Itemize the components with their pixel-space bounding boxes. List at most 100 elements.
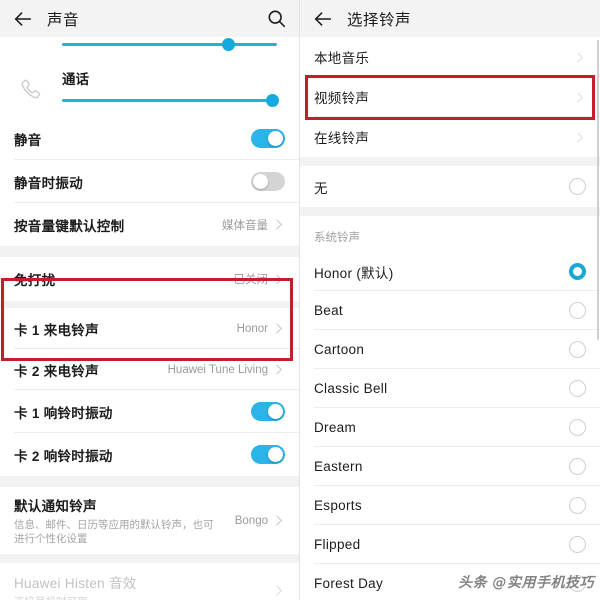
row-default-notification-tone[interactable]: 默认通知铃声 信息、邮件、日历等应用的默认铃声，也可进行个性化设置 Bongo — [0, 487, 299, 554]
section-gap — [0, 246, 299, 257]
row-text-wrap: 默认通知铃声 信息、邮件、日历等应用的默认铃声，也可进行个性化设置 — [14, 495, 219, 546]
row-value: Huawei Tune Living — [167, 363, 268, 376]
row-label: 按音量键默认控制 — [14, 218, 125, 234]
row-online-ringtone[interactable]: 在线铃声 — [300, 117, 600, 157]
right-pane-select-ringtone: 选择铃声 本地音乐 视频铃声 在线铃声 无 系统铃声 Honor (默认) Be… — [300, 0, 600, 600]
row-sim1-ringtone[interactable]: 卡 1 来电铃声 Honor — [0, 308, 299, 349]
row-vibrate-on-silent[interactable]: 静音时振动 — [0, 160, 299, 203]
row-label: 卡 2 响铃时振动 — [14, 448, 113, 464]
radio-ringtone[interactable] — [569, 536, 586, 553]
list-item[interactable]: Dream — [300, 408, 600, 447]
slider-knob-media[interactable] — [222, 38, 235, 51]
back-arrow-icon[interactable] — [12, 8, 34, 30]
radio-ringtone[interactable] — [569, 302, 586, 319]
row-silent-mode[interactable]: 静音 — [0, 117, 299, 160]
radio-ringtone[interactable] — [569, 380, 586, 397]
row-text-wrap: Huawei Histen 音效 连接耳机时可用 — [14, 572, 137, 600]
toggle-silent-mode[interactable] — [251, 129, 285, 148]
row-subtitle: 连接耳机时可用 — [14, 595, 137, 600]
chevron-right-icon — [272, 363, 285, 376]
section-gap — [300, 207, 600, 216]
ringtone-label: Beat — [314, 303, 343, 318]
right-appbar: 选择铃声 — [300, 0, 600, 37]
ringtone-label: Flipped — [314, 537, 361, 552]
section-gap — [300, 157, 600, 166]
row-label: Huawei Histen 音效 — [14, 575, 137, 591]
row-video-ringtone[interactable]: 视频铃声 — [300, 77, 600, 117]
section-gap — [0, 554, 299, 563]
chevron-right-icon — [272, 218, 285, 231]
list-item[interactable]: Honor (默认) — [300, 252, 600, 291]
ringtone-label: Honor (默认) — [314, 265, 394, 281]
ringtone-label: Cartoon — [314, 342, 365, 357]
radio-ringtone[interactable] — [569, 458, 586, 475]
row-label: 在线铃声 — [314, 131, 370, 146]
left-pane-sound-settings: 声音 通话 静音 静音时振动 按音量键默认控制 媒体音量 免打扰 已关闭 卡 1… — [0, 0, 300, 600]
row-sim2-ringtone[interactable]: 卡 2 来电铃声 Huawei Tune Living — [0, 349, 299, 390]
row-local-music[interactable]: 本地音乐 — [300, 37, 600, 77]
row-label: 免打扰 — [14, 273, 56, 288]
toggle-knob — [268, 447, 283, 462]
chevron-right-icon — [272, 584, 285, 597]
search-icon[interactable] — [266, 8, 287, 29]
row-huawei-histen: Huawei Histen 音效 连接耳机时可用 — [0, 563, 299, 600]
section-gap — [0, 476, 299, 487]
radio-ringtone[interactable] — [569, 497, 586, 514]
toggle-sim2-vibrate[interactable] — [251, 445, 285, 464]
chevron-right-icon — [272, 514, 285, 527]
list-item[interactable]: Flipped — [300, 525, 600, 564]
list-item[interactable]: Esports — [300, 486, 600, 525]
row-label: 卡 1 响铃时振动 — [14, 405, 113, 421]
back-arrow-icon[interactable] — [312, 8, 334, 30]
list-item[interactable]: Classic Bell — [300, 369, 600, 408]
slider-track-media — [62, 43, 277, 46]
phone-handset-icon — [18, 77, 44, 103]
slider-knob-call[interactable] — [266, 94, 279, 107]
radio-ringtone-none[interactable] — [569, 178, 586, 195]
toggle-sim1-vibrate[interactable] — [251, 402, 285, 421]
row-label: 无 — [314, 180, 328, 196]
chevron-right-icon — [573, 91, 586, 104]
volume-item-call: 通话 — [0, 55, 299, 117]
row-label: 卡 1 来电铃声 — [14, 322, 99, 338]
left-page-title: 声音 — [47, 11, 80, 29]
toggle-knob — [253, 174, 268, 189]
ringtone-label: Esports — [314, 498, 362, 513]
list-item[interactable]: Eastern — [300, 447, 600, 486]
volume-label-call: 通话 — [62, 72, 89, 87]
toggle-vibrate-on-silent[interactable] — [251, 172, 285, 191]
ringtone-label: Forest Day — [314, 576, 384, 591]
right-page-title: 选择铃声 — [347, 11, 412, 29]
radio-ringtone-selected[interactable] — [569, 263, 586, 280]
section-header-system-ringtones: 系统铃声 — [300, 216, 600, 252]
system-ringtone-list: Honor (默认) Beat Cartoon Classic Bell Dre — [300, 252, 600, 600]
row-do-not-disturb[interactable]: 免打扰 已关闭 — [0, 257, 299, 301]
row-label: 静音 — [14, 132, 42, 148]
slider-media-partial[interactable] — [0, 37, 299, 55]
list-item[interactable]: Cartoon — [300, 330, 600, 369]
row-value: Bongo — [234, 514, 268, 527]
toggle-knob — [268, 404, 283, 419]
ringtone-label: Dream — [314, 420, 357, 435]
row-label: 静音时振动 — [14, 175, 83, 191]
row-ringtone-none[interactable]: 无 — [300, 166, 600, 207]
section-gap — [0, 301, 299, 308]
row-label: 视频铃声 — [314, 91, 370, 106]
chevron-right-icon — [272, 322, 285, 335]
ringtone-label: Eastern — [314, 459, 363, 474]
left-appbar: 声音 — [0, 0, 299, 37]
row-sim1-vibrate-on-ring[interactable]: 卡 1 响铃时振动 — [0, 390, 299, 433]
chevron-right-icon — [573, 51, 586, 64]
row-sim2-vibrate-on-ring[interactable]: 卡 2 响铃时振动 — [0, 433, 299, 476]
radio-ringtone[interactable] — [569, 419, 586, 436]
row-volume-key-default[interactable]: 按音量键默认控制 媒体音量 — [0, 203, 299, 246]
chevron-right-icon — [272, 273, 285, 286]
row-value: Honor — [236, 322, 268, 335]
radio-ringtone[interactable] — [569, 341, 586, 358]
list-item[interactable]: Beat — [300, 291, 600, 330]
volume-sliders-block: 通话 — [0, 37, 299, 117]
row-value: 媒体音量 — [222, 219, 268, 232]
toggle-knob — [268, 131, 283, 146]
row-value: 已关闭 — [233, 274, 269, 286]
vertical-scrollbar[interactable] — [596, 40, 599, 340]
